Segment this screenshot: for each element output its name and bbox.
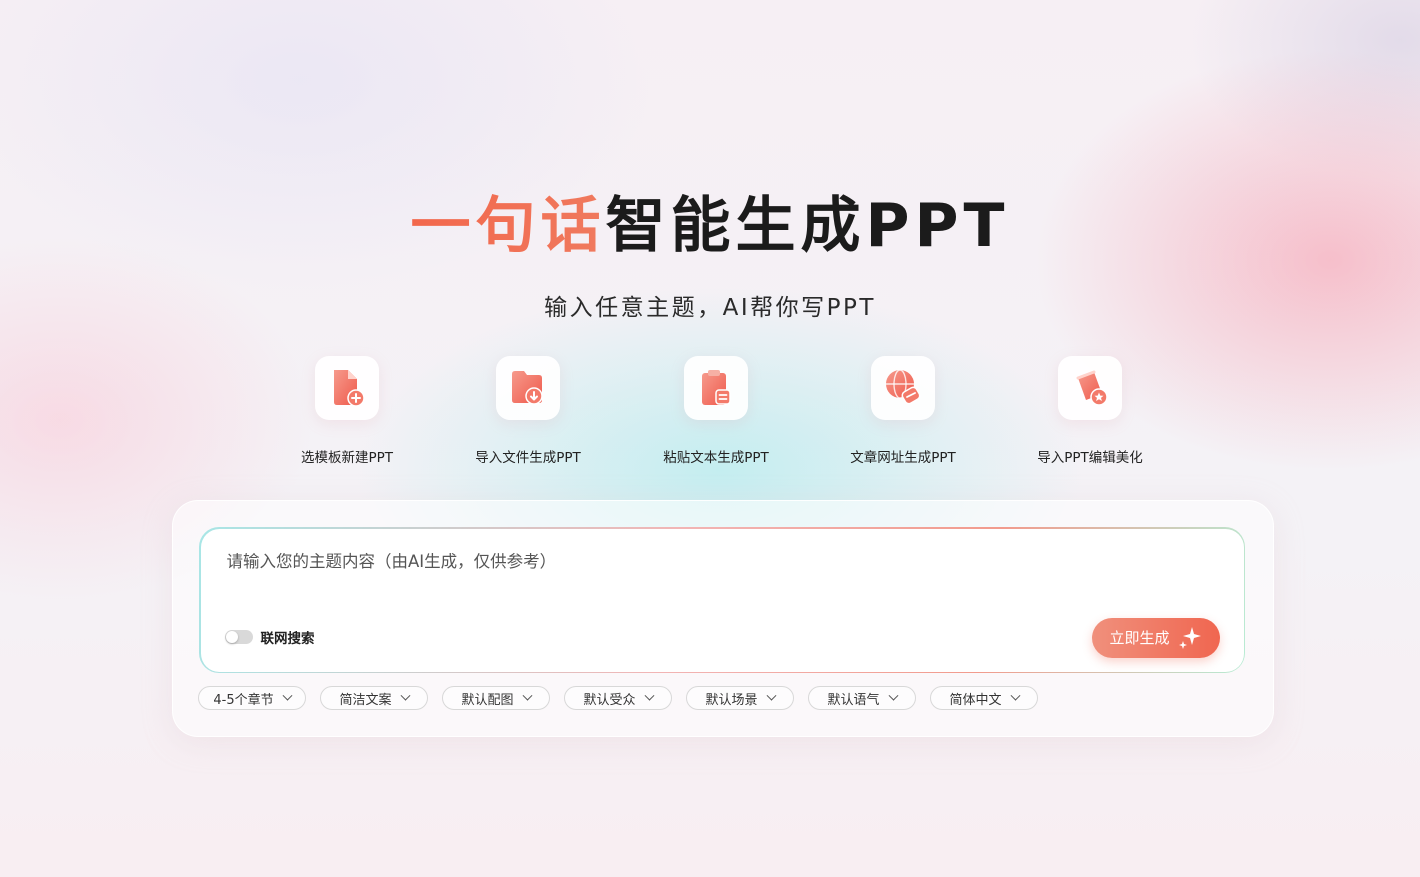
globe-link-icon — [886, 369, 921, 405]
option-label: 默认配图 — [461, 692, 514, 708]
feature-paste-text[interactable]: 粘贴文本生成PPT — [636, 356, 796, 466]
chevron-down-icon — [282, 690, 293, 701]
web-search-switch-knob — [225, 630, 238, 643]
image-select[interactable]: 默认配图 — [442, 686, 550, 710]
composer-panel: 联网搜索 立即生成 4-5个章节 简洁文案 默认配图 默认受众 — [172, 500, 1274, 737]
import-file-icon — [512, 371, 543, 405]
option-label: 简体中文 — [949, 692, 1002, 708]
copy-style-select[interactable]: 简洁文案 — [320, 686, 428, 710]
feature-new-from-template[interactable]: 选模板新建PPT — [267, 356, 427, 466]
scenario-select[interactable]: 默认场景 — [686, 686, 794, 710]
paint-bucket-icon — [1076, 370, 1108, 406]
feature-label: 粘贴文本生成PPT — [663, 450, 769, 466]
option-label: 默认受众 — [583, 692, 636, 708]
option-label: 默认场景 — [705, 692, 758, 708]
web-search-label: 联网搜索 — [260, 630, 315, 647]
page-subtitle: 输入任意主题，AI帮你写PPT — [544, 295, 876, 321]
feature-icon-box[interactable] — [871, 356, 935, 420]
sparkle-icon — [1178, 626, 1201, 649]
chevron-down-icon — [400, 690, 410, 701]
language-select[interactable]: 简体中文 — [930, 686, 1038, 710]
feature-label: 导入文件生成PPT — [475, 450, 581, 466]
chevron-down-icon — [766, 690, 776, 701]
chevron-down-icon — [1010, 690, 1020, 701]
tone-select[interactable]: 默认语气 — [808, 686, 916, 710]
feature-label: 选模板新建PPT — [300, 450, 394, 466]
audience-select[interactable]: 默认受众 — [564, 686, 672, 710]
web-search-switch[interactable] — [224, 629, 253, 644]
new-document-icon — [334, 370, 365, 407]
page-title: 一句话智能生成PPT — [0, 188, 1420, 264]
feature-icon-box[interactable] — [315, 356, 379, 420]
feature-article-url[interactable]: 文章网址生成PPT — [823, 356, 983, 466]
generate-button-label: 立即生成 — [1109, 629, 1170, 647]
feature-import-ppt[interactable]: 导入PPT编辑美化 — [1010, 356, 1170, 466]
page-title-rest: 智能生成PPT — [605, 191, 1010, 261]
feature-import-file[interactable]: 导入文件生成PPT — [448, 356, 608, 466]
topic-input-area: 联网搜索 立即生成 — [200, 528, 1244, 672]
feature-icon-box[interactable] — [684, 356, 748, 420]
option-label: 4-5个章节 — [213, 692, 274, 708]
clipboard-icon — [702, 370, 731, 405]
feature-label: 导入PPT编辑美化 — [1037, 450, 1143, 466]
feature-label: 文章网址生成PPT — [850, 450, 956, 466]
generate-button[interactable]: 立即生成 — [1091, 617, 1220, 658]
topic-input[interactable] — [224, 550, 1209, 572]
page-title-accent: 一句话 — [410, 191, 606, 261]
option-label: 简洁文案 — [339, 692, 392, 708]
chapters-select[interactable]: 4-5个章节 — [198, 686, 306, 710]
chevron-down-icon — [522, 690, 532, 701]
chevron-down-icon — [644, 690, 654, 701]
web-search-toggle[interactable]: 联网搜索 — [224, 627, 315, 647]
feature-icon-box[interactable] — [1058, 356, 1122, 420]
feature-icon-box[interactable] — [496, 356, 560, 420]
chevron-down-icon — [888, 690, 898, 701]
topic-input-card: 联网搜索 立即生成 — [199, 527, 1245, 673]
option-label: 默认语气 — [827, 692, 880, 708]
generation-options: 4-5个章节 简洁文案 默认配图 默认受众 默认场景 默认语气 简体中文 — [198, 686, 1038, 710]
